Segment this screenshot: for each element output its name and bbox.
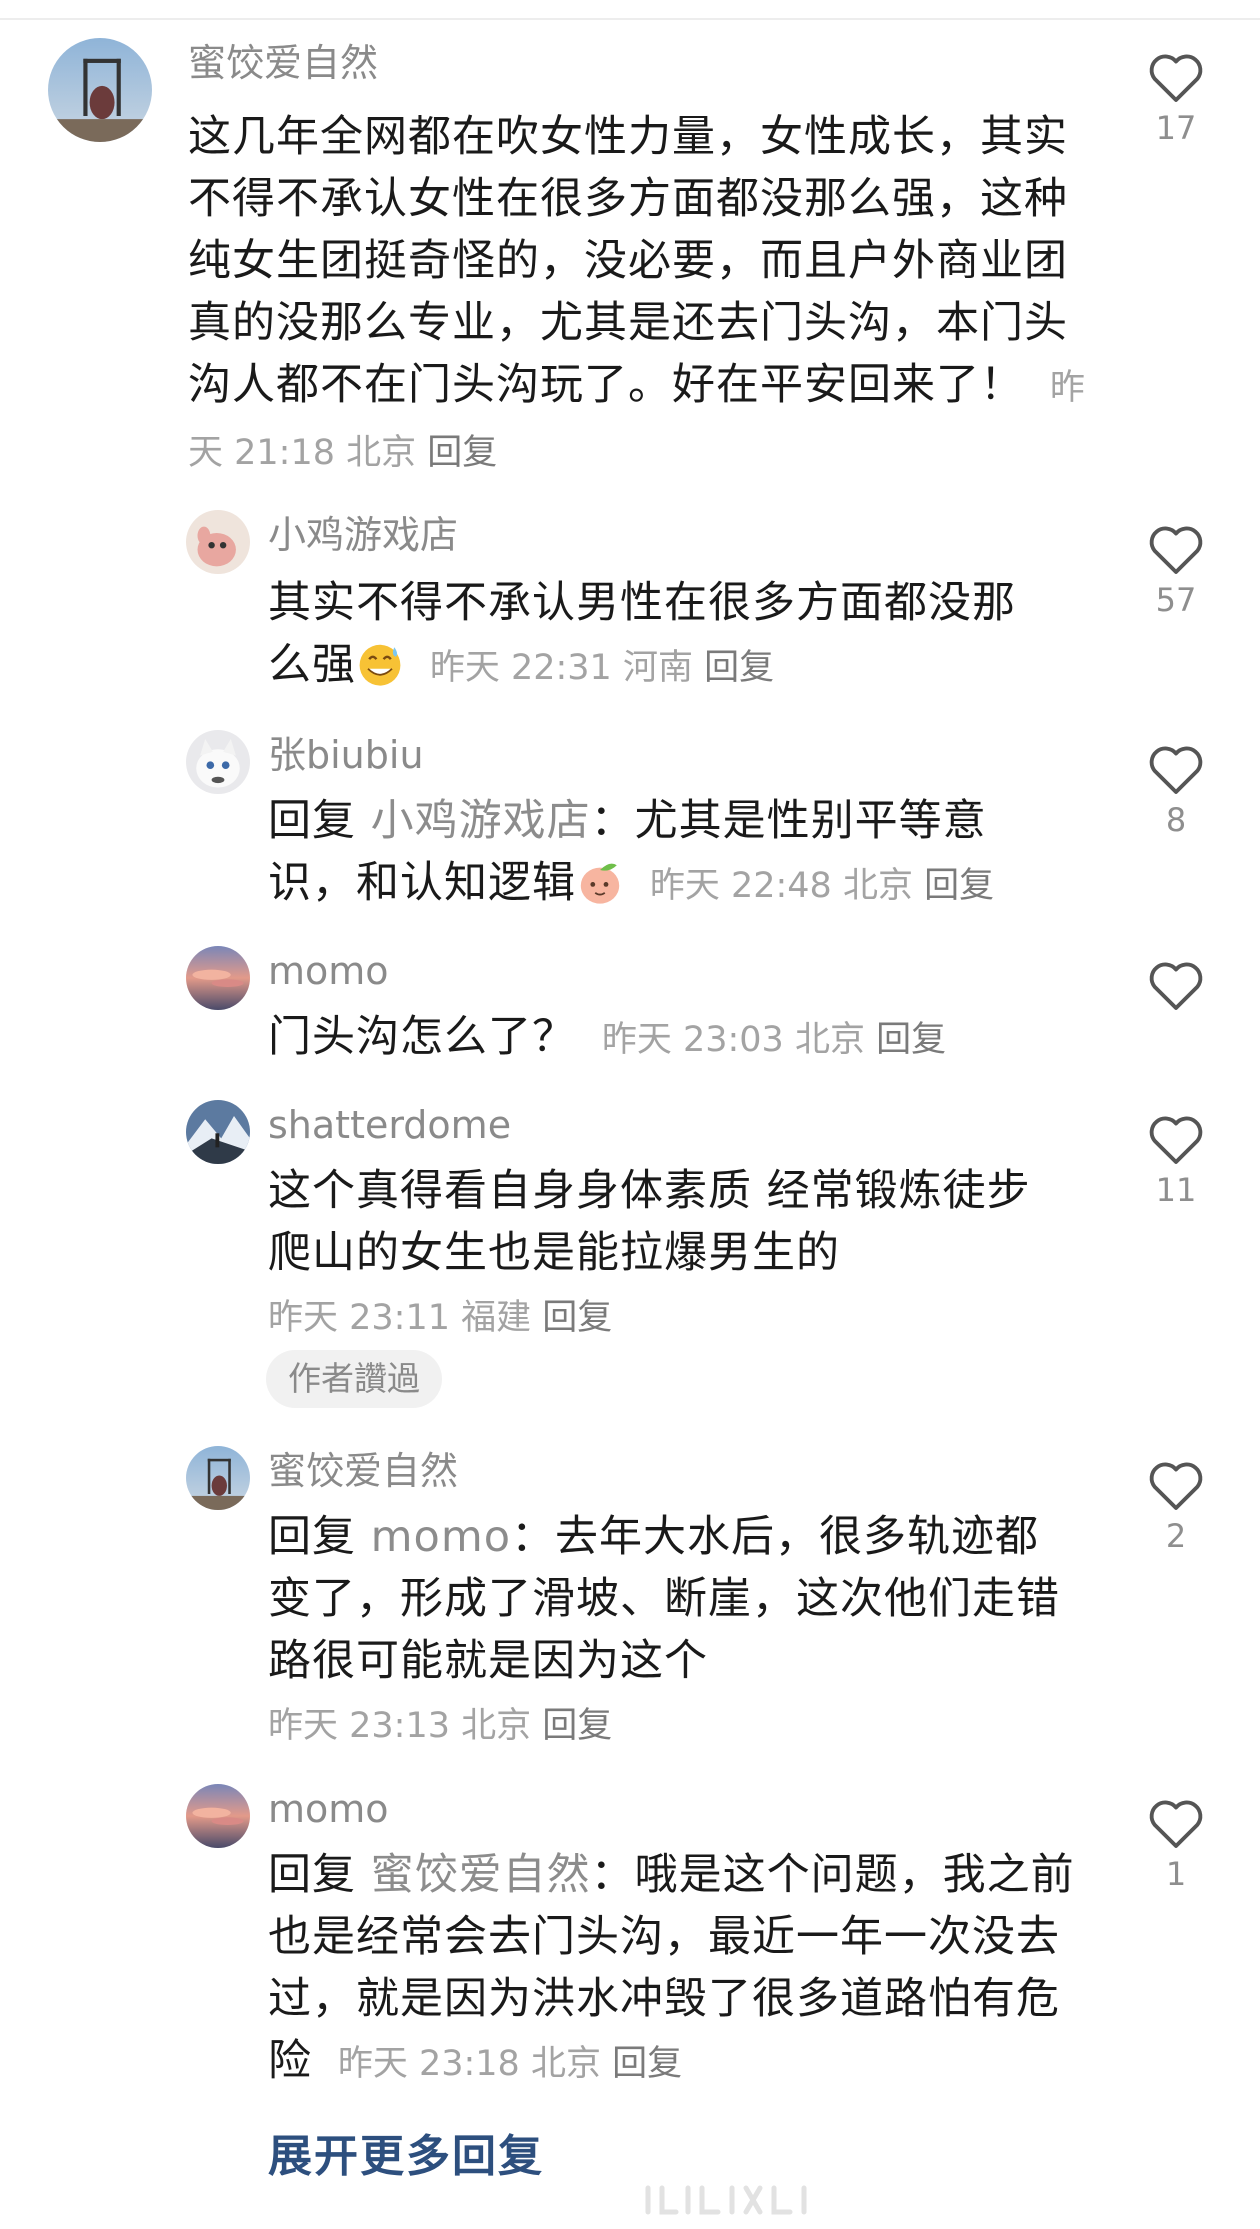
sweat-smile-emoji [359, 644, 401, 686]
username[interactable]: shatterdome [268, 1106, 511, 1144]
heart-icon [1149, 1116, 1203, 1164]
reply-button[interactable]: 回复 [542, 1706, 612, 1746]
comment-text: 回复 小鸡游戏店：尤其是性别平等意识，和认知逻辑 昨天 22:48 北京 回复 [268, 790, 1048, 917]
like-button[interactable]: 57 [1136, 522, 1216, 616]
timestamp: 昨天 23:13 [268, 1706, 450, 1746]
comment-meta: 昨天 22:48 北京 回复 [639, 866, 994, 906]
timestamp: 昨天 23:11 [268, 1298, 450, 1338]
location: 北京 [794, 1020, 865, 1060]
expand-more-replies-button[interactable]: 展开更多回复 [268, 2120, 544, 2184]
location: 河南 [622, 648, 693, 688]
mention-link[interactable]: 蜜饺爱自然 [371, 1850, 591, 1900]
comment-content: 这几年全网都在吹女性力量，女性成长，其实不得不承认女性在很多方面都没那么强，这种… [188, 112, 1068, 410]
avatar[interactable] [186, 1100, 250, 1164]
username[interactable]: 小鸡游戏店 [268, 516, 458, 554]
reply-prefix: 回复 [268, 1850, 356, 1900]
like-count: 2 [1165, 1517, 1187, 1555]
comment-content: 门头沟怎么了？ [268, 1012, 576, 1062]
like-button[interactable]: 8 [1136, 742, 1216, 836]
like-button[interactable]: 17 [1136, 50, 1216, 144]
reply-button[interactable]: 回复 [876, 1020, 946, 1060]
reply-button[interactable]: 回复 [542, 1298, 612, 1338]
heart-icon [1149, 54, 1203, 102]
location: 北京 [346, 433, 417, 473]
location: 北京 [842, 866, 913, 906]
like-count: 1 [1165, 1855, 1187, 1893]
username[interactable]: 蜜饺爱自然 [188, 44, 378, 82]
comment-meta: 昨天 23:18 北京 回复 [327, 2044, 682, 2084]
comment-meta: 昨天 22:31 河南 回复 [419, 648, 774, 688]
mention-link[interactable]: 小鸡游戏店 [371, 796, 591, 846]
comment-text: 其实不得不承认男性在很多方面都没那么强 昨天 22:31 河南 回复 [268, 572, 1048, 699]
like-count: 57 [1155, 581, 1197, 619]
avatar[interactable] [186, 1784, 250, 1848]
heart-icon [1149, 746, 1203, 794]
peach-face-emoji [580, 863, 620, 904]
heart-icon [1149, 962, 1203, 1010]
reply-prefix: 回复 [268, 1512, 356, 1562]
location: 北京 [530, 2044, 601, 2084]
username[interactable]: momo [268, 952, 389, 990]
username[interactable]: 蜜饺爱自然 [268, 1452, 458, 1490]
timestamp: 昨天 22:31 [429, 648, 612, 688]
comment-text: 这个真得看自身身体素质 经常锻炼徒步爬山的女生也是能拉爆男生的 昨天 23:11… [268, 1160, 1068, 1349]
like-button[interactable] [1136, 958, 1216, 1020]
reply-button[interactable]: 回复 [704, 648, 774, 688]
timestamp: 昨天 22:48 [649, 866, 832, 906]
top-divider [0, 18, 1260, 20]
comment-meta: 昨天 23:03 北京 回复 [591, 1020, 946, 1060]
comment-text: 门头沟怎么了？ 昨天 23:03 北京 回复 [268, 1006, 1048, 1071]
avatar[interactable] [48, 38, 152, 142]
reply-button[interactable]: 回复 [924, 866, 994, 906]
location: 福建 [461, 1298, 532, 1338]
comment-meta: 昨天 23:11 福建 回复 [268, 1298, 612, 1338]
watermark-logo [645, 2185, 807, 2215]
like-count: 11 [1155, 1171, 1197, 1209]
mention-link[interactable]: momo [371, 1512, 511, 1562]
like-button[interactable]: 1 [1136, 1796, 1216, 1890]
comment-text: 这几年全网都在吹女性力量，女性成长，其实不得不承认女性在很多方面都没那么强，这种… [188, 106, 1088, 484]
username[interactable]: momo [268, 1790, 389, 1828]
reply-button[interactable]: 回复 [427, 433, 497, 473]
like-count: 17 [1155, 109, 1197, 147]
like-count: 8 [1165, 801, 1187, 839]
like-button[interactable]: 11 [1136, 1112, 1216, 1206]
comment-content: 这个真得看自身身体素质 经常锻炼徒步爬山的女生也是能拉爆男生的 [268, 1166, 1031, 1278]
avatar[interactable] [186, 510, 250, 574]
comment-meta: 昨天 23:13 北京 回复 [268, 1706, 612, 1746]
avatar[interactable] [186, 946, 250, 1010]
heart-icon [1149, 1800, 1203, 1848]
heart-icon [1149, 526, 1203, 574]
avatar[interactable] [186, 1446, 250, 1510]
reply-prefix: 回复 [268, 796, 356, 846]
author-liked-badge: 作者讚過 [266, 1350, 442, 1408]
reply-button[interactable]: 回复 [612, 2044, 682, 2084]
timestamp: 昨天 23:03 [601, 1020, 784, 1060]
timestamp: 昨天 23:18 [337, 2044, 520, 2084]
heart-icon [1149, 1462, 1203, 1510]
comment-text: 回复 蜜饺爱自然：哦是这个问题，我之前也是经常会去门头沟，最近一年一次没去过，就… [268, 1844, 1078, 2095]
location: 北京 [461, 1706, 532, 1746]
avatar[interactable] [186, 730, 250, 794]
comment-text: 回复 momo：去年大水后，很多轨迹都变了，形成了滑坡、断崖，这次他们走错路很可… [268, 1506, 1068, 1757]
username[interactable]: 张biubiu [268, 736, 424, 774]
like-button[interactable]: 2 [1136, 1458, 1216, 1552]
